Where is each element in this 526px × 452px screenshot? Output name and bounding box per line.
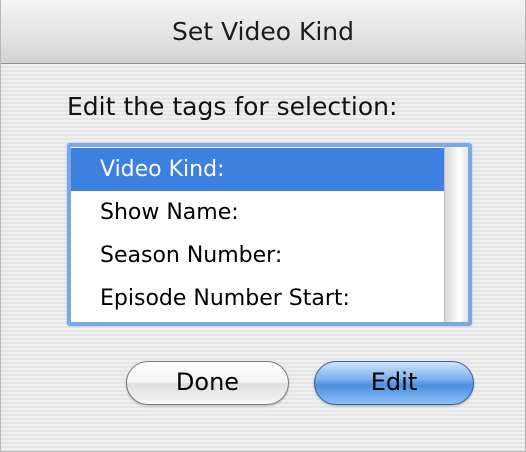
list-item-episode-number-start[interactable]: Episode Number Start: <box>71 277 444 320</box>
tags-list[interactable]: Video Kind: Show Name: Season Number: Ep… <box>67 143 472 326</box>
window-title: Set Video Kind <box>171 17 355 46</box>
list-item-show-name[interactable]: Show Name: <box>71 191 444 234</box>
edit-button[interactable]: Edit <box>314 361 474 405</box>
done-button[interactable]: Done <box>126 361 289 405</box>
title-bar[interactable]: Set Video Kind <box>1 0 525 64</box>
list-item-video-kind[interactable]: Video Kind: <box>71 148 444 191</box>
vertical-scrollbar[interactable] <box>444 147 468 322</box>
prompt-label: Edit the tags for selection: <box>67 92 398 121</box>
dialog-window: Set Video Kind Edit the tags for selecti… <box>0 0 526 452</box>
list-item-season-number[interactable]: Season Number: <box>71 234 444 277</box>
tags-list-items: Video Kind: Show Name: Season Number: Ep… <box>71 148 444 320</box>
